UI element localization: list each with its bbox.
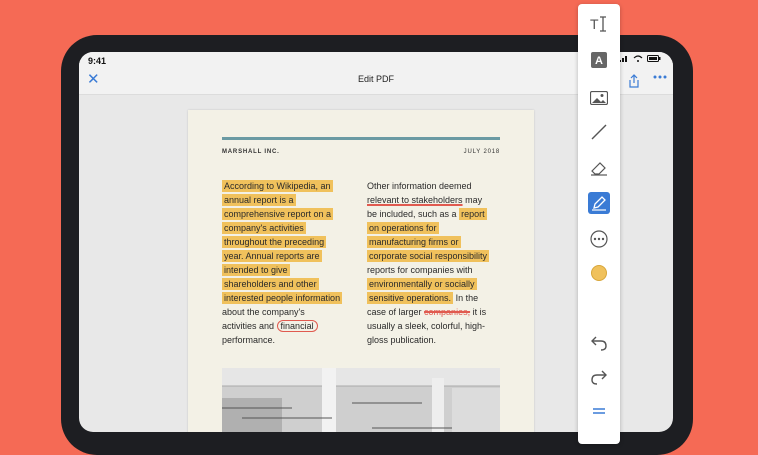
highlighted-line[interactable]: comprehensive report on a (222, 208, 334, 220)
highlighted-text[interactable]: report (459, 208, 487, 220)
line-icon[interactable] (587, 121, 611, 143)
body-line: gloss publication. (367, 335, 437, 345)
circled-annotation[interactable]: financial (276, 320, 318, 332)
highlighted-line[interactable]: intended to give (222, 264, 290, 276)
office-photo[interactable] (222, 368, 500, 432)
svg-text:T: T (590, 16, 599, 32)
highlighted-line[interactable]: interested people information (222, 292, 343, 304)
pen-icon[interactable] (588, 192, 610, 214)
highlighted-line[interactable]: corporate social responsibility (367, 250, 490, 262)
pdf-page[interactable]: MARSHALL INC. JULY 2018 According to Wik… (188, 110, 534, 432)
color-icon[interactable] (587, 262, 611, 284)
highlighted-line[interactable]: annual report is a (222, 194, 296, 206)
status-time: 9:41 (88, 56, 107, 66)
highlighted-line[interactable]: manufacturing firms or (367, 236, 461, 248)
body-text: be included, such as a (367, 209, 457, 219)
body-line: usually a sleek, colorful, high- (367, 321, 486, 331)
header-rule (222, 137, 500, 140)
more-icon[interactable] (587, 228, 611, 250)
redo-icon[interactable] (587, 366, 611, 388)
text-box-icon[interactable]: A (587, 49, 611, 71)
highlighted-line[interactable]: company's activities (222, 222, 306, 234)
image-icon[interactable] (587, 87, 611, 109)
annotation-toolbar: T A (578, 4, 620, 444)
body-line: reports for companies with (367, 265, 473, 275)
highlighted-line[interactable]: on operations for (367, 222, 439, 234)
strikethrough-annotation[interactable]: companies, (424, 307, 470, 317)
body-text: may (465, 195, 483, 205)
highlighted-line[interactable]: throughout the preceding (222, 236, 327, 248)
menu-icon[interactable] (587, 400, 611, 422)
highlighted-line[interactable]: shareholders and other (222, 278, 319, 290)
svg-text:A: A (595, 55, 603, 67)
wifi-icon (633, 55, 643, 62)
signal-icon (619, 56, 627, 62)
highlighted-line[interactable]: According to Wikipedia, an (222, 180, 333, 192)
body-text: activities and (222, 321, 275, 331)
more-horizontal-icon[interactable] (653, 75, 667, 79)
battery-icon (647, 55, 661, 62)
text-cursor-icon[interactable]: T (587, 13, 611, 35)
company-name: MARSHALL INC. (222, 149, 280, 155)
eraser-icon[interactable] (587, 157, 611, 179)
body-line: Other information deemed (367, 181, 472, 191)
highlighted-line[interactable]: sensitive operations. (367, 292, 454, 304)
undo-icon[interactable] (587, 332, 611, 354)
document-date: JULY 2018 (463, 149, 500, 155)
body-text: case of larger (367, 307, 422, 317)
text-column-right[interactable]: Other information deemed relevant to sta… (367, 179, 507, 347)
body-text: it is (472, 307, 487, 317)
text-column-left[interactable]: According to Wikipedia, an annual report… (222, 179, 362, 347)
share-icon[interactable] (628, 74, 640, 88)
status-icons (619, 55, 661, 62)
highlighted-line[interactable]: environmentally or socially (367, 278, 477, 290)
body-line: about the company's (222, 307, 305, 317)
highlighted-line[interactable]: year. Annual reports are (222, 250, 322, 262)
body-text: In the (455, 293, 479, 303)
office-photo-illustration (222, 368, 500, 432)
underline-annotation[interactable]: relevant to stakeholders (367, 195, 463, 205)
body-line: performance. (222, 335, 276, 345)
